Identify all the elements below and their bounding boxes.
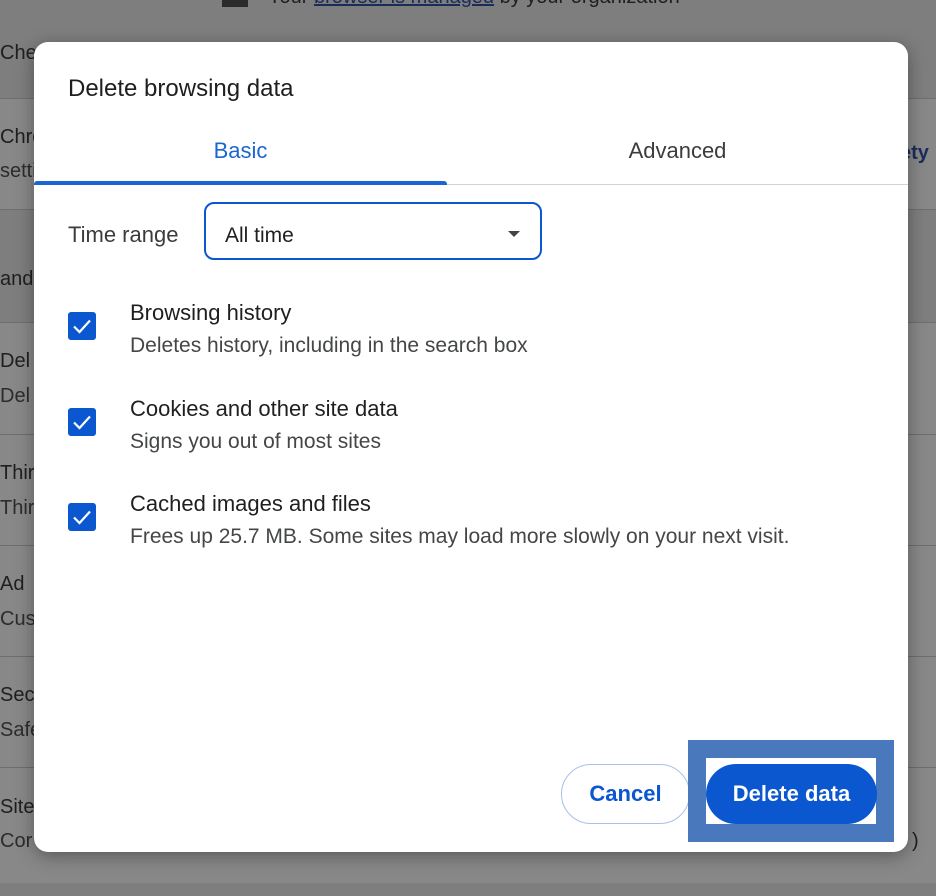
delete-browsing-data-dialog: Delete browsing data Basic Advanced Time… <box>34 42 908 852</box>
time-range-label: Time range <box>68 222 179 247</box>
bg-row-ad-sub: Cus <box>0 608 36 630</box>
managed-link[interactable]: browser is managed <box>314 0 494 8</box>
bg-row-ad-title: Ad <box>0 573 25 595</box>
bg-row-site-paren: ) <box>912 830 919 852</box>
managed-notice: Your browser is managed by your organiza… <box>222 0 680 9</box>
bg-privacy-heading: and <box>0 268 34 290</box>
option-subtitle: Deletes history, including in the search… <box>130 334 528 357</box>
time-range-value: All time <box>225 224 294 247</box>
time-range-select[interactable]: All time <box>204 202 542 260</box>
tab-selected-indicator <box>34 181 447 185</box>
bg-row-security-title: Sec <box>0 684 35 706</box>
bg-settings-text: setti <box>0 160 37 182</box>
tab-basic[interactable]: Basic <box>34 130 447 184</box>
dialog-title: Delete browsing data <box>68 75 294 102</box>
checkmark-icon <box>73 415 91 430</box>
cached-images-checkbox[interactable] <box>68 503 96 531</box>
option-title: Cookies and other site data <box>130 396 398 421</box>
option-subtitle: Frees up 25.7 MB. Some sites may load mo… <box>130 525 790 548</box>
tab-bar: Basic Advanced <box>34 130 908 185</box>
option-browsing-history: Browsing history Deletes history, includ… <box>68 300 888 370</box>
checkmark-icon <box>73 319 91 334</box>
option-title: Browsing history <box>130 300 292 325</box>
option-cookies: Cookies and other site data Signs you ou… <box>68 396 888 466</box>
option-cached-images: Cached images and files Frees up 25.7 MB… <box>68 491 888 561</box>
dropdown-caret-icon <box>508 231 520 237</box>
option-subtitle: Signs you out of most sites <box>130 430 381 453</box>
bg-row-third-sub: Thir <box>0 497 35 519</box>
bg-row-delete-sub: Del <box>0 385 31 407</box>
delete-data-button[interactable]: Delete data <box>706 764 877 824</box>
bg-row-delete-title: Del <box>0 350 31 372</box>
bg-row-site-title: Site <box>0 796 35 818</box>
browsing-history-checkbox[interactable] <box>68 312 96 340</box>
option-title: Cached images and files <box>130 491 371 516</box>
checkmark-icon <box>73 510 91 525</box>
bg-row-third-title: Thir <box>0 462 35 484</box>
building-icon <box>222 0 248 7</box>
cancel-button[interactable]: Cancel <box>561 764 690 824</box>
tab-advanced[interactable]: Advanced <box>447 130 908 184</box>
cookies-checkbox[interactable] <box>68 408 96 436</box>
bg-row-site-sub: Cor <box>0 830 33 852</box>
